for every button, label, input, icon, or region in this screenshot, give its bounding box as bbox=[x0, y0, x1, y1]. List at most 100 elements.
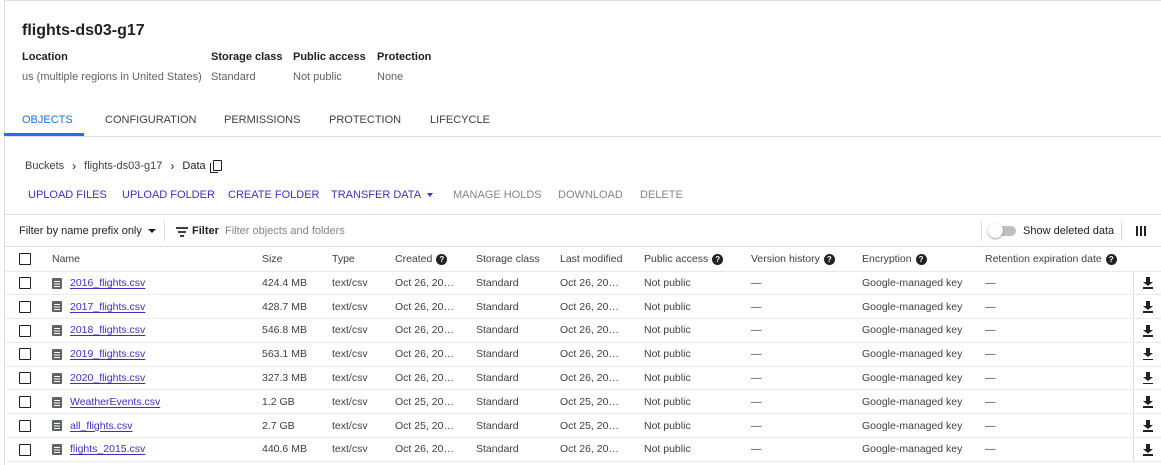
file-name-link[interactable]: WeatherEvents.csv bbox=[70, 396, 160, 408]
download-icon[interactable] bbox=[1142, 324, 1153, 337]
last-modified-cell: Oct 26, 20… bbox=[560, 294, 644, 320]
table-row[interactable]: flights_2015.csv 440.6 MB text/csv Oct 26, … bbox=[4, 437, 1161, 462]
table-row[interactable]: 2017_flights.csv 428.7 MB text/csv Oct 26, … bbox=[4, 294, 1161, 320]
help-icon[interactable]: ? bbox=[1105, 253, 1117, 265]
row-actions-cell bbox=[1132, 318, 1161, 343]
breadcrumb-bucket[interactable]: flights-ds03-g17 bbox=[84, 160, 162, 172]
help-icon[interactable]: ? bbox=[436, 253, 448, 265]
table-row[interactable]: WeatherEvents.csv 1.2 GB text/csv Oct 25, 2… bbox=[4, 389, 1161, 415]
storage-class-cell: Standard bbox=[476, 366, 560, 391]
upload-folder-button[interactable]: UPLOAD FOLDER bbox=[122, 189, 215, 201]
file-name-link[interactable]: 2018_flights.csv bbox=[70, 324, 145, 336]
created-cell: Oct 26, 20… bbox=[395, 342, 476, 367]
col-encryption-label: Encryption bbox=[862, 253, 912, 266]
table-row[interactable]: 2016_flights.csv 424.4 MB text/csv Oct 26, … bbox=[4, 271, 1161, 296]
upload-files-button[interactable]: UPLOAD FILES bbox=[28, 189, 107, 201]
show-deleted-label: Show deleted data bbox=[1023, 225, 1115, 237]
col-encryption[interactable]: Encryption? bbox=[862, 248, 985, 272]
create-folder-button[interactable]: CREATE FOLDER bbox=[228, 189, 319, 201]
divider bbox=[981, 221, 982, 241]
file-name-link[interactable]: 2017_flights.csv bbox=[70, 301, 145, 313]
public-access-cell: Not public bbox=[644, 437, 751, 462]
storage-class-cell: Standard bbox=[476, 342, 560, 367]
breadcrumb-buckets[interactable]: Buckets bbox=[25, 160, 64, 172]
tab-configuration[interactable]: CONFIGURATION bbox=[105, 108, 196, 137]
storage-class-cell: Standard bbox=[476, 271, 560, 296]
column-display-icon[interactable] bbox=[1136, 226, 1146, 236]
filter-prefix-dropdown[interactable]: Filter by name prefix only bbox=[19, 225, 156, 237]
download-icon[interactable] bbox=[1142, 372, 1153, 385]
table-row[interactable]: 2018_flights.csv 546.8 MB text/csv Oct 26, … bbox=[4, 318, 1161, 343]
col-last-modified[interactable]: Last modified bbox=[560, 248, 644, 272]
type-cell: text/csv bbox=[332, 437, 395, 462]
download-icon[interactable] bbox=[1142, 277, 1153, 289]
file-icon bbox=[52, 420, 62, 432]
copy-icon[interactable] bbox=[209, 159, 222, 173]
row-actions-cell bbox=[1132, 389, 1161, 415]
encryption-cell: Google-managed key bbox=[862, 294, 985, 320]
encryption-cell: Google-managed key bbox=[862, 271, 985, 296]
row-checkbox[interactable] bbox=[19, 395, 31, 408]
help-icon[interactable]: ? bbox=[823, 253, 835, 265]
transfer-data-button[interactable]: TRANSFER DATA bbox=[331, 189, 434, 201]
tab-permissions[interactable]: PERMISSIONS bbox=[224, 108, 300, 137]
table-row[interactable]: all_flights.csv 2.7 GB text/csv Oct 25, 20…… bbox=[4, 413, 1161, 439]
download-icon[interactable] bbox=[1142, 419, 1153, 432]
download-icon[interactable] bbox=[1142, 348, 1153, 361]
storage-class-cell: Standard bbox=[476, 413, 560, 439]
row-checkbox[interactable] bbox=[19, 324, 31, 337]
help-icon[interactable]: ? bbox=[712, 253, 724, 265]
file-icon bbox=[52, 277, 62, 289]
retention-cell: — bbox=[985, 389, 1133, 415]
row-checkbox[interactable] bbox=[19, 372, 31, 385]
table-row[interactable]: 2020_flights.csv 327.3 MB text/csv Oct 26, … bbox=[4, 366, 1161, 391]
meta-public-access-label: Public access bbox=[293, 51, 366, 63]
col-version-history[interactable]: Version history? bbox=[751, 248, 862, 272]
show-deleted-toggle[interactable] bbox=[988, 223, 1016, 238]
col-created[interactable]: Created? bbox=[395, 248, 476, 272]
row-checkbox[interactable] bbox=[19, 300, 31, 313]
col-type[interactable]: Type bbox=[332, 248, 395, 272]
file-name-link[interactable]: 2016_flights.csv bbox=[70, 277, 145, 289]
delete-button[interactable]: DELETE bbox=[640, 189, 683, 201]
tab-protection[interactable]: PROTECTION bbox=[329, 108, 401, 137]
file-icon bbox=[52, 372, 62, 384]
dropdown-arrow-icon bbox=[147, 229, 156, 233]
row-checkbox[interactable] bbox=[19, 443, 31, 456]
row-select-cell bbox=[4, 413, 52, 439]
download-icon[interactable] bbox=[1142, 300, 1153, 313]
file-name-link[interactable]: flights_2015.csv bbox=[70, 443, 145, 455]
filter-input[interactable] bbox=[225, 221, 525, 241]
col-storage-class[interactable]: Storage class bbox=[476, 248, 560, 272]
public-access-cell: Not public bbox=[644, 413, 751, 439]
download-icon[interactable] bbox=[1142, 443, 1153, 456]
encryption-cell: Google-managed key bbox=[862, 366, 985, 391]
row-checkbox[interactable] bbox=[19, 277, 31, 289]
row-checkbox[interactable] bbox=[19, 419, 31, 432]
chevron-right-icon: › bbox=[170, 159, 175, 173]
meta-protection-value: None bbox=[377, 71, 404, 83]
download-icon[interactable] bbox=[1142, 395, 1153, 408]
manage-holds-button[interactable]: MANAGE HOLDS bbox=[453, 189, 542, 201]
col-retention[interactable]: Retention expiration date? bbox=[985, 248, 1133, 272]
meta-location: Location us (multiple regions in United … bbox=[22, 51, 202, 83]
col-public-access[interactable]: Public access? bbox=[644, 248, 751, 272]
type-cell: text/csv bbox=[332, 342, 395, 367]
divider bbox=[1121, 221, 1122, 241]
select-all-checkbox[interactable] bbox=[19, 253, 31, 266]
row-select-cell bbox=[4, 271, 52, 296]
col-size[interactable]: Size bbox=[262, 248, 332, 272]
file-icon bbox=[52, 349, 62, 360]
file-name-link[interactable]: all_flights.csv bbox=[70, 420, 132, 432]
file-name-link[interactable]: 2019_flights.csv bbox=[70, 348, 145, 360]
table-row[interactable]: 2019_flights.csv 563.1 MB text/csv Oct 26, … bbox=[4, 342, 1161, 367]
tab-lifecycle[interactable]: LIFECYCLE bbox=[430, 108, 490, 137]
type-cell: text/csv bbox=[332, 294, 395, 320]
file-name-link[interactable]: 2020_flights.csv bbox=[70, 372, 145, 384]
help-icon[interactable]: ? bbox=[915, 253, 927, 265]
col-name[interactable]: Name bbox=[52, 248, 262, 272]
active-tab-indicator bbox=[4, 133, 84, 136]
breadcrumb: Buckets › flights-ds03-g17 › Data bbox=[25, 159, 222, 173]
download-button[interactable]: DOWNLOAD bbox=[558, 189, 623, 201]
row-checkbox[interactable] bbox=[19, 348, 31, 361]
